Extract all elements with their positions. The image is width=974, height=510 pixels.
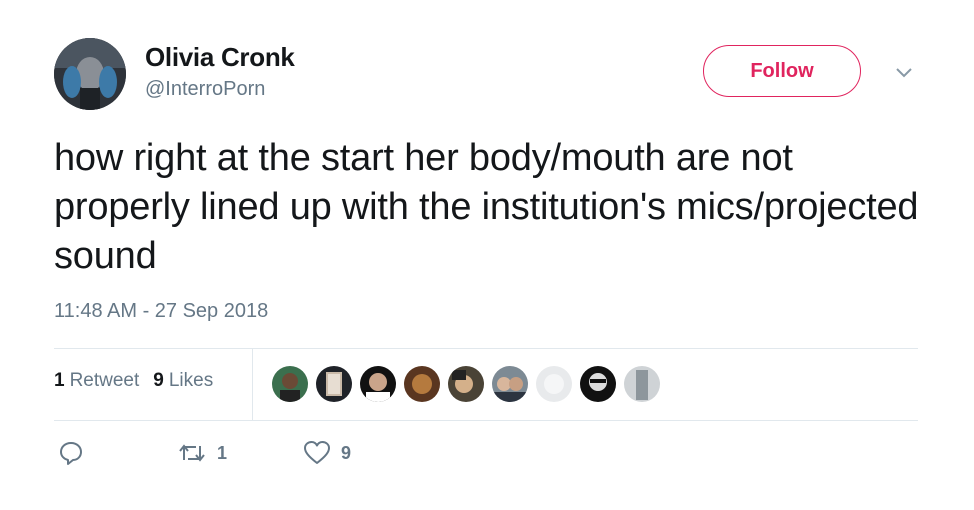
liker-avatar-4[interactable] [404, 366, 440, 402]
heart-icon [304, 441, 330, 464]
follow-button[interactable]: Follow [703, 45, 861, 97]
retweet-button[interactable]: 1 [177, 440, 227, 466]
chevron-down-icon[interactable] [892, 64, 916, 82]
divider-top [54, 348, 918, 349]
tweet-stats: 1 Retweet 9 Likes [54, 370, 213, 392]
retweet-count: 1 [217, 442, 228, 463]
tweet-text: how right at the start her body/mouth ar… [54, 137, 919, 277]
liker-avatar-1[interactable] [272, 366, 308, 402]
liker-avatar-6[interactable] [492, 366, 528, 402]
reply-icon [60, 442, 82, 465]
likes-stat-count: 9 [153, 370, 164, 391]
retweet-stat-count: 1 [54, 370, 65, 391]
reply-button[interactable] [58, 440, 84, 466]
author-name[interactable]: Olivia Cronk [145, 42, 295, 73]
retweet-icon [179, 444, 205, 462]
liker-avatar-3[interactable] [360, 366, 396, 402]
like-count: 9 [341, 442, 352, 463]
liker-avatar-8[interactable] [580, 366, 616, 402]
stats-separator [252, 348, 253, 420]
liker-avatar-5[interactable] [448, 366, 484, 402]
likes-stat[interactable]: 9 Likes [153, 370, 213, 392]
liker-avatar-2[interactable] [316, 366, 352, 402]
tweet-timestamp[interactable]: 11:48 AM - 27 Sep 2018 [54, 300, 268, 323]
liker-avatar-7[interactable] [536, 366, 572, 402]
retweet-stat[interactable]: 1 Retweet [54, 370, 139, 392]
liker-avatar-9[interactable] [624, 366, 660, 402]
author-handle[interactable]: @InterroPorn [145, 78, 265, 101]
author-avatar[interactable] [54, 38, 126, 110]
likes-stat-label: Likes [168, 370, 214, 391]
likers-avatars [272, 366, 660, 402]
divider-bottom [54, 420, 918, 421]
retweet-stat-label: Retweet [69, 370, 140, 391]
tweet-actions: 1 9 [0, 440, 974, 470]
like-button[interactable]: 9 [303, 440, 351, 466]
